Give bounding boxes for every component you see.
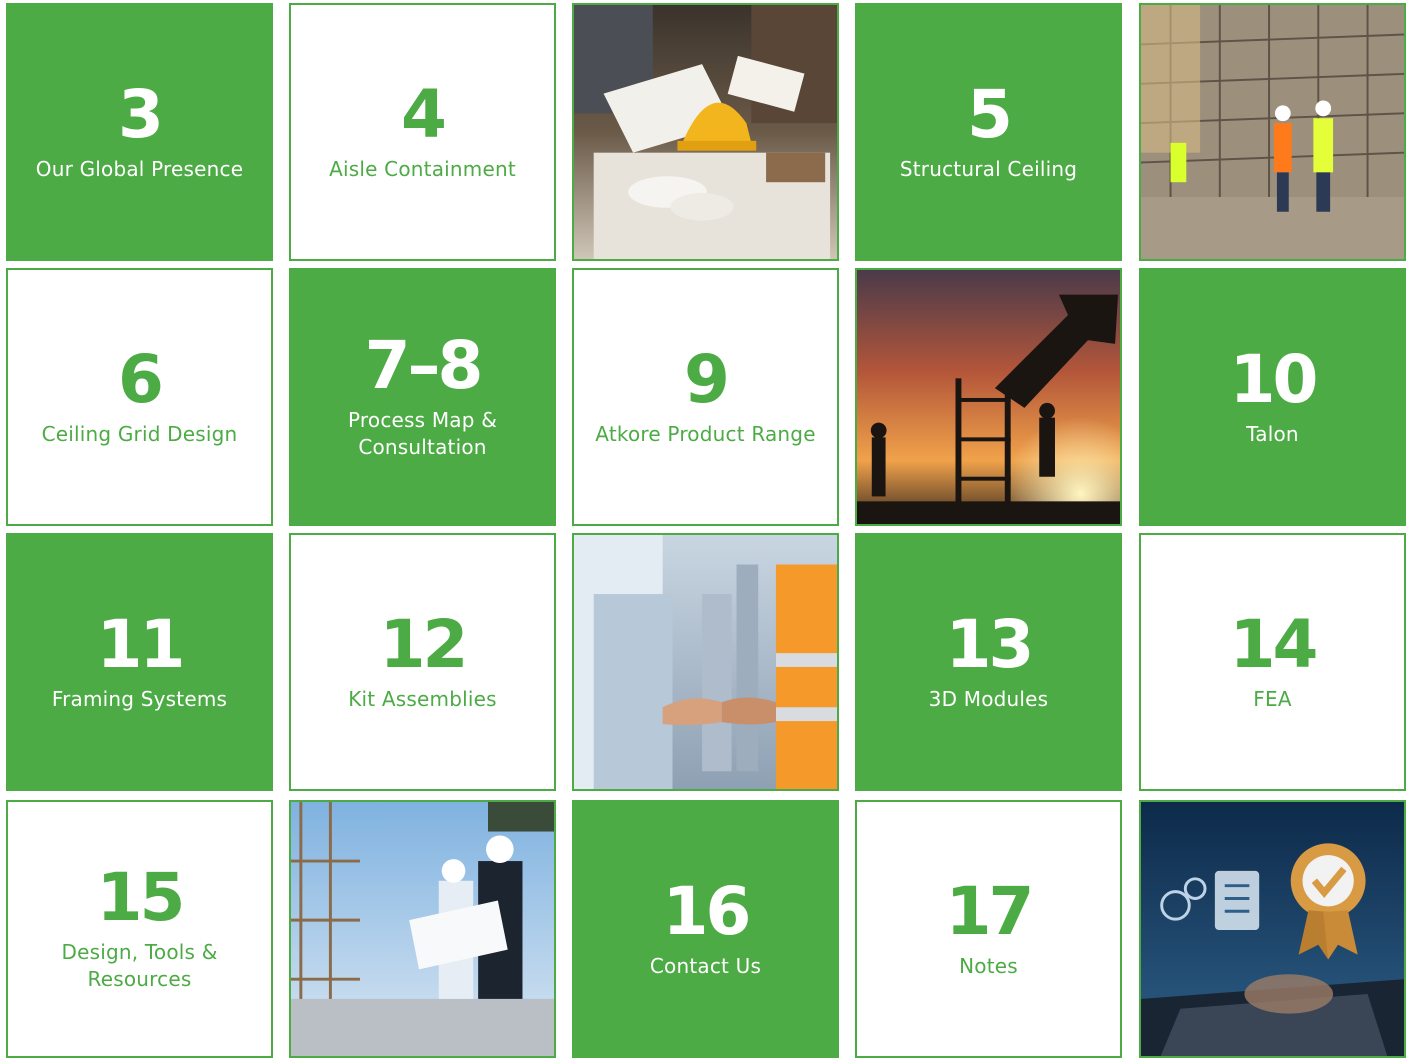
page-number: 5 xyxy=(967,75,1013,153)
page-number: 16 xyxy=(662,872,752,950)
construction-site-workers-photo xyxy=(1139,3,1406,261)
page-number: 7–8 xyxy=(364,327,484,404)
tile-label: Our Global Presence xyxy=(35,156,244,181)
engineers-blueprint-image xyxy=(291,802,554,1056)
page-number: 10 xyxy=(1229,340,1319,418)
handshake-photo xyxy=(572,533,839,791)
certification-laptop-photo xyxy=(1139,800,1406,1058)
tile-label: FEA xyxy=(1253,686,1292,711)
tile-notes[interactable]: 17 Notes xyxy=(855,800,1122,1058)
tile-aisle-containment[interactable]: 4 Aisle Containment xyxy=(289,3,556,261)
page-number: 4 xyxy=(401,75,447,153)
tile-label: Process Map & Consultation xyxy=(348,408,497,459)
handshake-image xyxy=(574,535,837,789)
page-number: 11 xyxy=(96,605,186,683)
blueprints-hardhat-image xyxy=(574,5,837,259)
tile-label: Atkore Product Range xyxy=(595,421,816,446)
page-number: 13 xyxy=(945,605,1035,683)
certification-laptop-image xyxy=(1141,802,1404,1056)
tile-contact-us[interactable]: 16 Contact Us xyxy=(572,800,839,1058)
tile-kit-assemblies[interactable]: 12 Kit Assemblies xyxy=(289,533,556,791)
page-number: 6 xyxy=(118,340,164,418)
tile-label: Kit Assemblies xyxy=(348,686,497,711)
tile-3d-modules[interactable]: 13 3D Modules xyxy=(855,533,1122,791)
page-number: 9 xyxy=(684,340,730,418)
blueprints-hardhat-photo xyxy=(572,3,839,261)
page-number: 3 xyxy=(118,75,164,153)
page-number: 12 xyxy=(379,605,469,683)
tile-atkore-product-range[interactable]: 9 Atkore Product Range xyxy=(572,268,839,526)
page-number: 17 xyxy=(945,872,1035,950)
contents-grid: 3 Our Global Presence 4 Aisle Containmen… xyxy=(0,0,1411,1058)
tile-label: Talon xyxy=(1246,421,1299,446)
tile-design-tools-resources[interactable]: 15 Design, Tools & Resources xyxy=(6,800,273,1058)
tile-structural-ceiling[interactable]: 5 Structural Ceiling xyxy=(855,3,1122,261)
tile-label: Design, Tools & Resources xyxy=(61,940,218,991)
tile-framing-systems[interactable]: 11 Framing Systems xyxy=(6,533,273,791)
engineers-blueprint-photo xyxy=(289,800,556,1058)
tile-label: Aisle Containment xyxy=(329,156,516,181)
tile-label: Ceiling Grid Design xyxy=(41,421,238,446)
tile-label: 3D Modules xyxy=(928,686,1049,711)
tile-label: Notes xyxy=(959,953,1018,978)
construction-site-image xyxy=(1141,5,1404,259)
page-number: 15 xyxy=(96,859,186,936)
tile-label: Contact Us xyxy=(649,953,762,978)
tile-label: Structural Ceiling xyxy=(899,156,1078,181)
tile-talon[interactable]: 10 Talon xyxy=(1139,268,1406,526)
tile-label: Framing Systems xyxy=(51,686,228,711)
tile-process-map-consultation[interactable]: 7–8 Process Map & Consultation xyxy=(289,268,556,526)
sunset-excavator-image xyxy=(857,270,1120,524)
tile-our-global-presence[interactable]: 3 Our Global Presence xyxy=(6,3,273,261)
sunset-excavator-photo xyxy=(855,268,1122,526)
tile-ceiling-grid-design[interactable]: 6 Ceiling Grid Design xyxy=(6,268,273,526)
tile-fea[interactable]: 14 FEA xyxy=(1139,533,1406,791)
page-number: 14 xyxy=(1229,605,1319,683)
